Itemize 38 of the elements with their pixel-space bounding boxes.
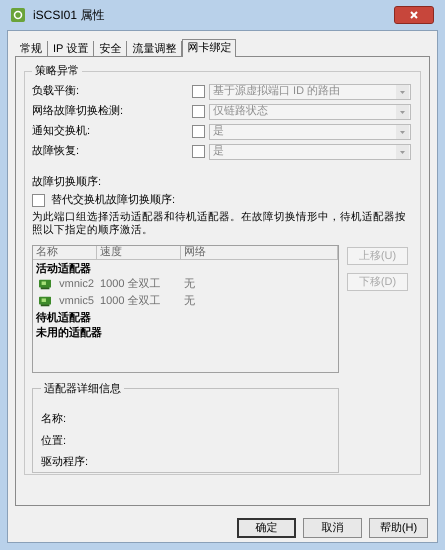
app-icon [11,8,25,22]
section-label: 故障切换顺序: [32,174,102,190]
detail-label: 名称: [41,412,68,427]
dialog-button[interactable]: 取消 [303,518,362,538]
close-icon [410,11,418,19]
field-label: 网络故障切换检测: [32,104,124,120]
column-header[interactable]: 名称 [33,246,97,258]
network-card-icon [39,279,52,290]
group-heading: 待机适配器 [36,310,92,324]
tab[interactable]: 安全 [94,41,128,57]
tab[interactable]: IP 设置 [48,41,94,57]
adapter-name[interactable]: vmnic5 [59,293,94,310]
detail-label: 驱动程序: [41,454,90,470]
close-button[interactable] [394,6,434,24]
field-label: 故障恢复: [32,144,80,160]
column-header[interactable]: 网络 [181,246,338,258]
network-card-icon [39,296,52,307]
description-text: 为此端口组选择活动适配器和待机适配器。在故障切换情形中，待机适配器按照以下指定的顺序激活。 [32,210,407,236]
dialog-button[interactable]: 帮助(H) [369,518,428,538]
adapter-name[interactable]: vmnic2 [59,276,94,293]
tab[interactable]: 常规 [15,41,48,57]
adapter-speed: 1000 全双工 [99,277,162,292]
adapter-speed: 1000 全双工 [99,294,162,310]
detail-label: 位置: [41,434,68,448]
group-heading: 未用的适配器 [36,326,103,340]
group-heading: 活动适配器 [36,262,92,276]
column-header[interactable]: 速度 [97,246,181,258]
group-title: 策略异常 [34,64,80,79]
window-title: iSCSI01 属性 [33,7,104,24]
group-title: 适配器详细信息 [43,382,122,396]
checkbox-label: 替代交换机故障切换顺序: [51,192,176,208]
adapter-network: 无 [183,277,195,292]
tab[interactable]: 网卡绑定 [182,39,236,57]
adapter-network: 无 [183,294,195,310]
field-label: 负载平衡: [32,84,80,100]
field-label: 通知交换机: [32,124,92,140]
dialog-button[interactable]: 确定 [237,518,296,538]
checkbox[interactable] [32,194,45,207]
